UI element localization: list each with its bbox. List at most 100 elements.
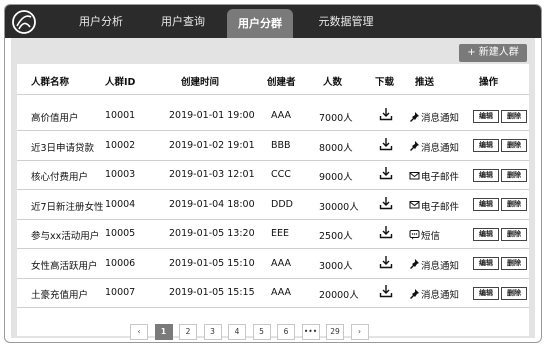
row-divider	[17, 130, 529, 131]
sms-icon	[409, 229, 420, 239]
group-name: 近3日申请贷款	[31, 142, 95, 154]
creator: AAA	[271, 257, 292, 269]
push-method[interactable]: 消息通知	[421, 287, 459, 301]
pin-icon	[410, 111, 419, 122]
row-divider	[17, 248, 529, 249]
tab-user-query[interactable]: 用户查询	[147, 5, 219, 38]
group-id: 10007	[105, 287, 136, 298]
logo-icon	[12, 10, 36, 34]
delete-button[interactable]: 删除	[501, 286, 527, 300]
edit-button[interactable]: 编辑	[473, 286, 499, 300]
group-name: 近7日新注册女性	[31, 201, 104, 213]
content-area: + 新建人群 人群名称 人群ID 创建时间 创建者 人数 下载 推送 操作 高价值用户 10001…	[11, 38, 535, 340]
delete-button[interactable]: 删除	[501, 168, 527, 182]
member-count: 9000人	[319, 172, 353, 183]
page-button-5[interactable]: 5	[252, 324, 271, 340]
app-window: 用户分析 用户查询 用户分群 元数据管理 + 新建人群 人群名称 人群ID 创建时间…	[4, 4, 542, 343]
page-button-6[interactable]: 6	[277, 324, 295, 340]
pin-icon	[410, 141, 419, 151]
top-nav-bar: 用户分析 用户查询 用户分群 元数据管理	[5, 5, 541, 38]
member-count: 30000人	[319, 201, 359, 213]
group-id: 10003	[105, 169, 136, 180]
pin-icon	[410, 259, 419, 269]
delete-button[interactable]: 删除	[501, 198, 527, 211]
row-divider	[17, 277, 529, 279]
created-time: 2019-01-03 12:01	[169, 169, 255, 180]
group-name: 高价值用户	[31, 113, 79, 124]
created-time: 2019-01-05 15:10	[169, 257, 255, 269]
group-id: 10001	[105, 110, 136, 121]
tab-user-analysis[interactable]: 用户分析	[65, 5, 137, 38]
page-button-29[interactable]: 29	[326, 324, 344, 340]
prev-page-button[interactable]: ‹	[130, 324, 148, 340]
mail-icon	[409, 171, 420, 179]
col-header-created: 创建时间	[181, 77, 220, 88]
push-method[interactable]: 电子邮件	[421, 199, 459, 213]
created-time: 2019-01-04 18:00	[169, 198, 255, 210]
page-button-2[interactable]: 2	[179, 324, 197, 340]
new-group-button[interactable]: + 新建人群	[459, 44, 527, 62]
download-icon[interactable]	[379, 196, 393, 210]
push-method[interactable]: 消息通知	[421, 258, 459, 272]
download-icon[interactable]	[379, 137, 393, 151]
col-header-name: 人群名称	[31, 77, 70, 88]
row-divider	[17, 307, 529, 308]
delete-button[interactable]: 删除	[501, 227, 527, 241]
row-divider	[17, 159, 529, 161]
delete-button[interactable]: 删除	[501, 139, 527, 152]
delete-button[interactable]: 删除	[501, 109, 527, 123]
member-count: 20000人	[319, 290, 359, 301]
created-time: 2019-01-02 19:01	[169, 139, 255, 151]
next-page-button[interactable]: ›	[350, 324, 369, 340]
creator: BBB	[271, 139, 291, 151]
row-divider	[17, 189, 529, 190]
creator: AAA	[271, 110, 292, 121]
tab-user-segments[interactable]: 用户分群	[227, 9, 293, 38]
edit-button[interactable]: 编辑	[473, 198, 499, 211]
col-header-actions: 操作	[479, 77, 499, 88]
push-method[interactable]: 短信	[421, 228, 440, 242]
push-method[interactable]: 电子邮件	[421, 169, 459, 183]
creator: EEE	[271, 228, 290, 239]
pin-icon	[410, 288, 419, 299]
push-method[interactable]: 消息通知	[421, 140, 459, 154]
page-button-4[interactable]: 4	[228, 324, 246, 340]
group-id: 10002	[105, 139, 136, 151]
created-time: 2019-01-01 19:00	[169, 110, 255, 121]
page-button-1[interactable]: 1	[154, 324, 173, 340]
edit-button[interactable]: 编辑	[473, 109, 499, 123]
creator: DDD	[271, 198, 293, 210]
row-divider	[17, 218, 529, 220]
download-icon[interactable]	[379, 284, 393, 298]
group-name: 核心付费用户	[31, 172, 89, 183]
col-header-count: 人数	[323, 77, 343, 88]
member-count: 7000人	[319, 113, 353, 124]
page-ellipsis: •••	[301, 324, 320, 340]
edit-button[interactable]: 编辑	[473, 139, 499, 152]
col-header-download: 下载	[375, 77, 395, 88]
created-time: 2019-01-05 15:15	[169, 287, 255, 298]
edit-button[interactable]: 编辑	[473, 257, 499, 270]
creator: AAA	[271, 287, 292, 298]
group-id: 10006	[105, 257, 136, 269]
col-header-creator: 创建者	[267, 77, 296, 88]
tab-metadata-management[interactable]: 元数据管理	[305, 5, 387, 38]
delete-button[interactable]: 删除	[501, 257, 527, 270]
member-count: 8000人	[319, 142, 353, 154]
edit-button[interactable]: 编辑	[473, 227, 499, 241]
created-time: 2019-01-05 13:20	[169, 228, 255, 239]
page-button-3[interactable]: 3	[203, 324, 222, 340]
download-icon[interactable]	[379, 225, 393, 239]
download-icon[interactable]	[379, 166, 393, 180]
group-table-panel: 人群名称 人群ID 创建时间 创建者 人数 下载 推送 操作 高价值用户 10001 2019-01…	[17, 64, 529, 336]
download-icon[interactable]	[379, 107, 393, 121]
edit-button[interactable]: 编辑	[473, 168, 499, 182]
group-name: 参与xx活动用户	[31, 231, 100, 242]
group-id: 10004	[105, 198, 136, 210]
push-method[interactable]: 消息通知	[421, 110, 459, 124]
member-count: 3000人	[319, 260, 353, 272]
group-name: 女性高活跃用户	[31, 260, 98, 272]
download-icon[interactable]	[379, 255, 393, 269]
creator: CCC	[271, 169, 291, 180]
col-header-id: 人群ID	[105, 77, 136, 88]
